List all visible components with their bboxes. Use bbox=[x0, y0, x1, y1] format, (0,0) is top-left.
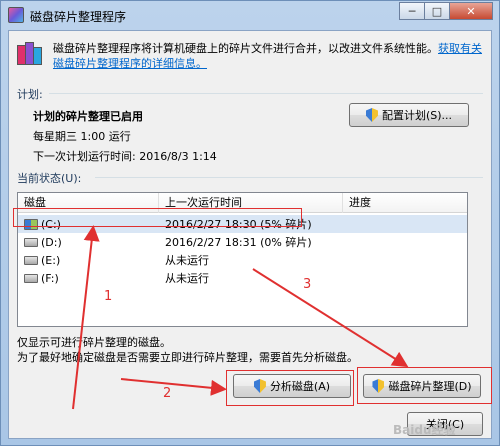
annotation-number-2: 2 bbox=[163, 386, 172, 401]
schedule-divider bbox=[49, 93, 483, 94]
window-title: 磁盘碎片整理程序 bbox=[30, 10, 127, 24]
minimize-button[interactable]: ─ bbox=[399, 2, 425, 20]
schedule-label: 计划: bbox=[17, 88, 43, 101]
description: 磁盘碎片整理程序将计算机硬盘上的碎片文件进行合并，以改进文件系统性能。获取有关磁… bbox=[53, 41, 485, 71]
current-status-label: 当前状态(U): bbox=[17, 172, 82, 185]
annotation-number-1: 1 bbox=[104, 289, 113, 304]
disk-last-run: 2016/2/27 18:31 (0% 碎片) bbox=[165, 236, 312, 249]
caption-buttons: ─ □ ✕ bbox=[399, 2, 493, 20]
status-divider bbox=[95, 177, 483, 178]
schedule-next-run: 下一次计划运行时间: 2016/8/3 1:14 bbox=[33, 150, 217, 163]
drive-icon bbox=[24, 237, 38, 247]
hint-analyze-first: 为了最好地确定磁盘是否需要立即进行碎片整理，需要首先分析磁盘。 bbox=[17, 351, 358, 364]
disk-row-e[interactable]: (E:) 从未运行 bbox=[18, 251, 467, 269]
app-icon bbox=[8, 7, 24, 23]
watermark: Baidu经验 bbox=[393, 423, 456, 437]
description-text: 磁盘碎片整理程序将计算机硬盘上的碎片文件进行合并，以改进文件系统性能。 bbox=[53, 42, 438, 55]
disk-row-f[interactable]: (F:) 从未运行 bbox=[18, 269, 467, 287]
annotation-number-3: 3 bbox=[303, 277, 312, 292]
schedule-run-time: 每星期三 1:00 运行 bbox=[33, 130, 131, 143]
highlight-defrag-button bbox=[357, 367, 492, 404]
disk-name: (E:) bbox=[41, 253, 61, 267]
disk-row-d[interactable]: (D:) 2016/2/27 18:31 (0% 碎片) bbox=[18, 233, 467, 251]
disk-last-run: 从未运行 bbox=[165, 254, 209, 267]
highlight-analyze-button bbox=[226, 370, 354, 406]
uac-shield-icon bbox=[365, 108, 378, 122]
configure-schedule-button[interactable]: 配置计划(S)... bbox=[349, 103, 469, 127]
maximize-button[interactable]: □ bbox=[424, 2, 450, 20]
title-bar[interactable]: 磁盘碎片整理程序 ─ □ ✕ bbox=[1, 1, 499, 29]
schedule-status: 计划的碎片整理已启用 bbox=[33, 110, 143, 123]
drive-icon bbox=[24, 255, 38, 265]
disk-name: (F:) bbox=[41, 271, 59, 285]
hint-disks-shown: 仅显示可进行碎片整理的磁盘。 bbox=[17, 336, 171, 349]
column-progress[interactable]: 进度 bbox=[343, 193, 467, 213]
disk-last-run: 从未运行 bbox=[165, 272, 209, 285]
close-window-button[interactable]: ✕ bbox=[449, 2, 493, 20]
drive-icon bbox=[24, 273, 38, 283]
defrag-window: 磁盘碎片整理程序 ─ □ ✕ 磁盘碎片整理程序将计算机硬盘上的碎片文件进行合并，… bbox=[0, 0, 500, 446]
disk-name: (D:) bbox=[41, 235, 62, 249]
highlight-drive-c bbox=[13, 208, 302, 227]
configure-schedule-label: 配置计划(S)... bbox=[381, 109, 453, 122]
defrag-icon bbox=[17, 39, 45, 67]
